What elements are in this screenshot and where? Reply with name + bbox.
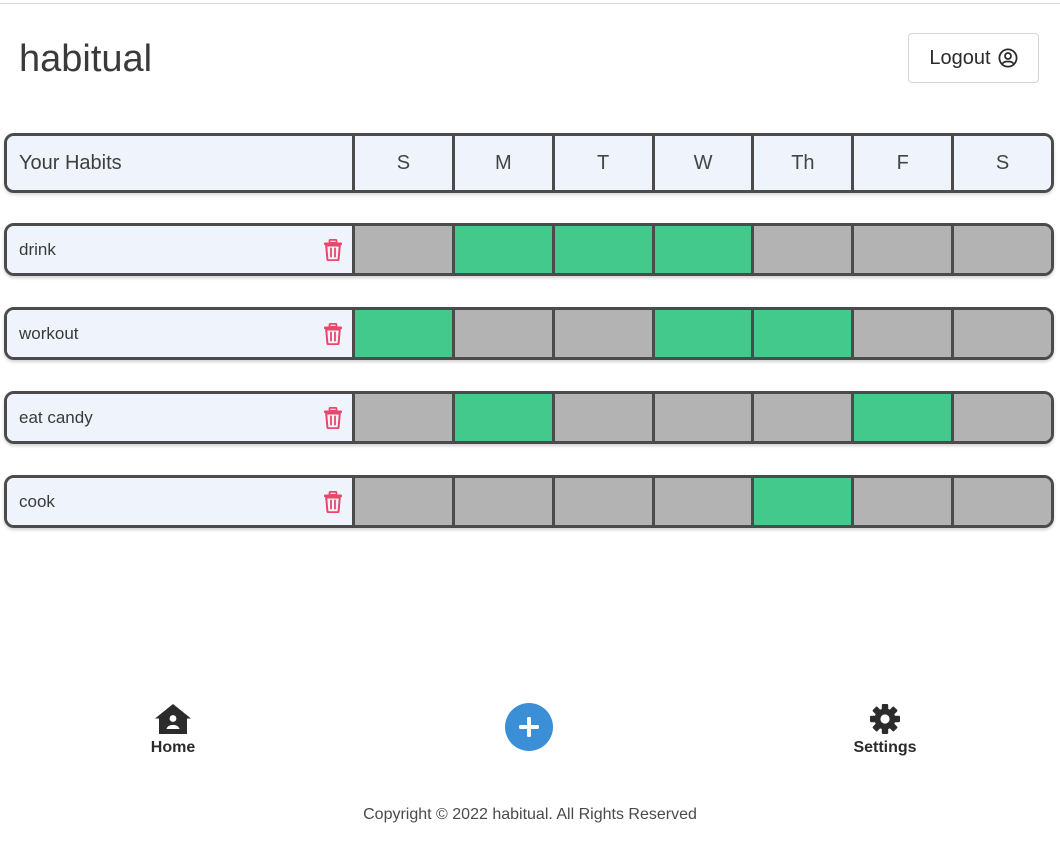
habit-day-cell-saturday[interactable]: [954, 478, 1051, 525]
habit-day-cell-tuesday[interactable]: [554, 226, 655, 273]
habit-day-cell-saturday[interactable]: [954, 310, 1051, 357]
habit-row: cook: [4, 475, 1054, 528]
habit-name-cell: workout: [7, 310, 355, 357]
habit-day-cell-monday[interactable]: [454, 394, 555, 441]
habit-day-cell-monday[interactable]: [454, 226, 555, 273]
footer-copyright: Copyright © 2022 habitual. All Rights Re…: [363, 806, 697, 823]
trash-icon[interactable]: [323, 490, 343, 513]
day-header-thursday: Th: [754, 136, 855, 190]
trash-icon[interactable]: [323, 406, 343, 429]
nav-settings[interactable]: Settings: [842, 703, 928, 757]
user-circle-icon: [998, 48, 1018, 68]
habit-day-cell-tuesday[interactable]: [554, 394, 655, 441]
add-habit-button[interactable]: [505, 703, 553, 751]
plus-icon: [519, 717, 539, 737]
habit-day-cell-thursday[interactable]: [754, 226, 855, 273]
habit-name-cell: cook: [7, 478, 355, 525]
habit-day-cell-wednesday[interactable]: [654, 226, 755, 273]
habit-name-cell: eat candy: [7, 394, 355, 441]
habit-day-cell-saturday[interactable]: [954, 394, 1051, 441]
habit-day-cell-monday[interactable]: [454, 478, 555, 525]
your-habits-label: Your Habits: [7, 136, 355, 190]
habit-day-cell-friday[interactable]: [854, 394, 955, 441]
habit-row: drink: [4, 223, 1054, 276]
top-divider: [0, 3, 1060, 4]
gear-icon: [870, 704, 900, 734]
habit-name: cook: [19, 491, 55, 511]
habit-day-cell-thursday[interactable]: [754, 394, 855, 441]
habit-day-cell-wednesday[interactable]: [654, 478, 755, 525]
habit-row: workout: [4, 307, 1054, 360]
habit-day-cell-tuesday[interactable]: [554, 478, 655, 525]
habit-day-cell-wednesday[interactable]: [654, 394, 755, 441]
habit-day-cell-thursday[interactable]: [754, 478, 855, 525]
home-icon: [155, 704, 191, 734]
day-header-tuesday: T: [554, 136, 655, 190]
habit-day-cell-wednesday[interactable]: [654, 310, 755, 357]
logout-label: Logout: [929, 46, 991, 69]
habit-day-cell-thursday[interactable]: [754, 310, 855, 357]
logout-button[interactable]: Logout: [908, 33, 1039, 83]
habit-name: workout: [19, 323, 79, 343]
nav-home[interactable]: Home: [140, 703, 206, 757]
habit-day-cell-tuesday[interactable]: [554, 310, 655, 357]
habit-day-cell-friday[interactable]: [854, 310, 955, 357]
day-header-monday: M: [454, 136, 555, 190]
habit-row: eat candy: [4, 391, 1054, 444]
habit-name-cell: drink: [7, 226, 355, 273]
day-header-wednesday: W: [654, 136, 755, 190]
habit-day-cell-friday[interactable]: [854, 478, 955, 525]
trash-icon[interactable]: [323, 238, 343, 261]
nav-settings-label: Settings: [853, 739, 917, 756]
habit-day-cell-sunday[interactable]: [355, 394, 455, 441]
habit-day-cell-sunday[interactable]: [355, 478, 455, 525]
nav-home-label: Home: [150, 739, 196, 756]
day-header-friday: F: [854, 136, 955, 190]
app-title: habitual: [19, 38, 153, 80]
trash-icon[interactable]: [323, 322, 343, 345]
habit-day-cell-friday[interactable]: [854, 226, 955, 273]
habit-name: eat candy: [19, 407, 93, 427]
bottom-nav: Home Settings: [0, 700, 1060, 770]
habit-day-cell-monday[interactable]: [454, 310, 555, 357]
habit-name: drink: [19, 239, 56, 259]
habit-day-cell-sunday[interactable]: [355, 310, 455, 357]
day-header-sunday: S: [355, 136, 455, 190]
day-header-saturday: S: [954, 136, 1051, 190]
habits-header-row: Your Habits S M T W Th F S: [4, 133, 1054, 193]
habit-day-cell-saturday[interactable]: [954, 226, 1051, 273]
habit-day-cell-sunday[interactable]: [355, 226, 455, 273]
